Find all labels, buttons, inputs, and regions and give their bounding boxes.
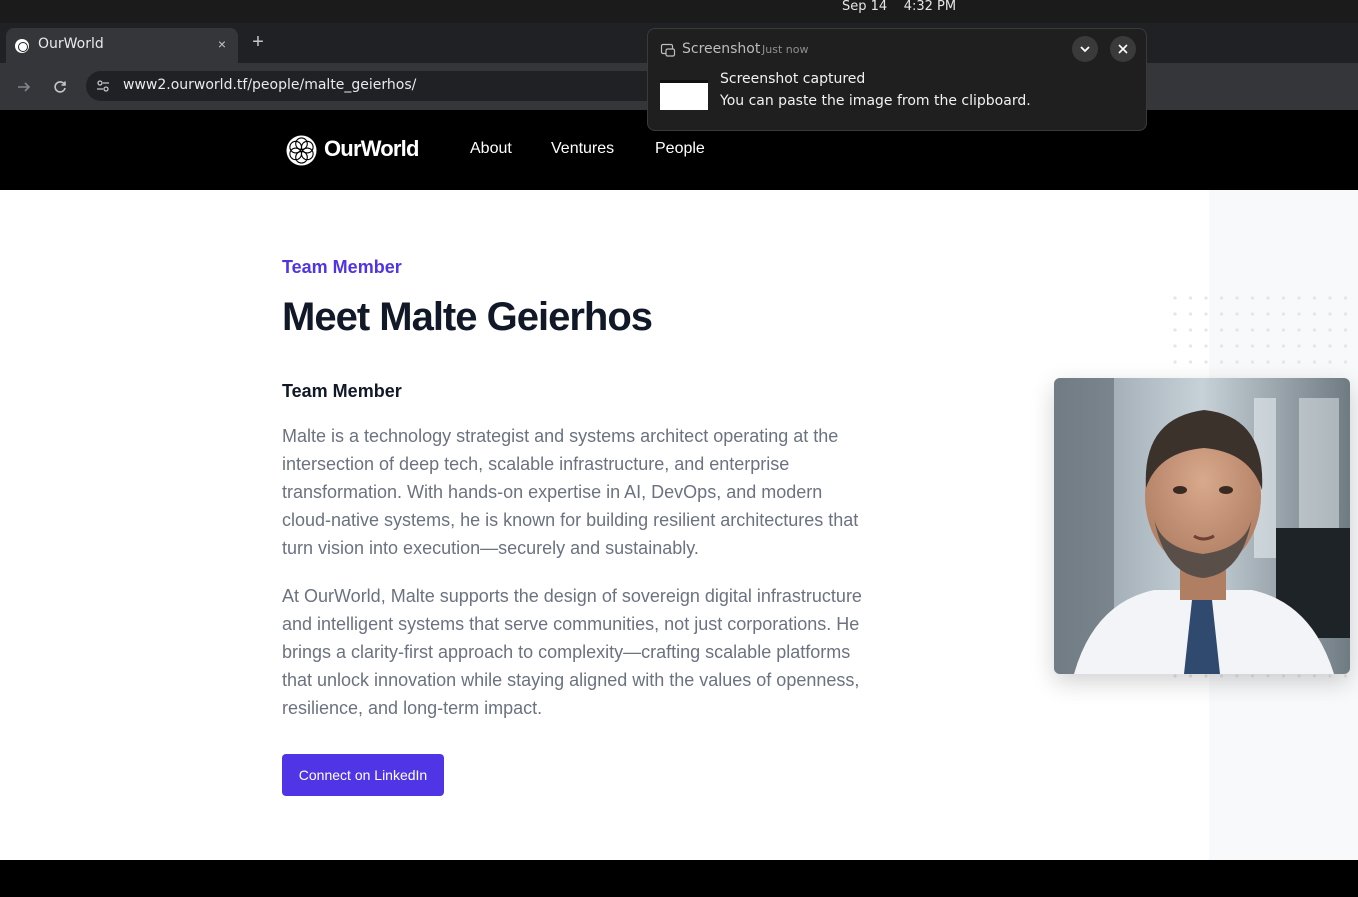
forward-icon[interactable]	[12, 75, 36, 99]
chevron-down-icon[interactable]	[1072, 36, 1098, 62]
close-icon[interactable]	[1110, 36, 1136, 62]
url-text: www2.ourworld.tf/people/malte_geierhos/	[123, 77, 417, 93]
address-bar[interactable]: www2.ourworld.tf/people/malte_geierhos/	[86, 71, 686, 101]
role-heading: Team Member	[282, 381, 402, 401]
browser-tab[interactable]: OurWorld ×	[6, 28, 238, 63]
screenshot-app-icon	[660, 43, 676, 57]
notification-heading: Screenshot captured	[720, 71, 866, 87]
nav-ventures[interactable]: Ventures	[551, 140, 614, 158]
reload-icon[interactable]	[48, 75, 72, 99]
dot-pattern-top	[1170, 292, 1358, 364]
brand-name[interactable]: OurWorld	[324, 136, 419, 162]
notification-app-name: Screenshot	[682, 41, 761, 57]
screenshot-notification[interactable]: Screenshot Just now Screenshot captured …	[647, 28, 1147, 131]
eyebrow-label: Team Member	[282, 257, 402, 277]
ourworld-logo-icon[interactable]	[286, 135, 317, 166]
bio-paragraph: Malte is a technology strategist and sys…	[282, 426, 859, 558]
bio-paragraph: At OurWorld, Malte supports the design o…	[282, 586, 862, 718]
nav-about[interactable]: About	[470, 140, 512, 158]
profile-photo	[1054, 378, 1350, 674]
linkedin-button[interactable]: Connect on LinkedIn	[282, 754, 444, 796]
system-time: 4:32 PM	[903, 0, 957, 14]
site-info-icon[interactable]	[95, 78, 111, 94]
screenshot-thumbnail	[660, 80, 708, 110]
nav-people[interactable]: People	[655, 140, 705, 158]
notification-time: Just now	[762, 43, 809, 56]
site-footer	[0, 860, 1358, 897]
notification-body: You can paste the image from the clipboa…	[720, 93, 1031, 109]
system-date: Sep 14	[842, 0, 888, 14]
system-top-bar: Sep 14 4:32 PM	[0, 0, 1358, 23]
tab-title: OurWorld	[38, 36, 104, 52]
favicon-icon	[15, 39, 29, 53]
system-clock[interactable]: Sep 14 4:32 PM	[842, 0, 956, 14]
page-title: Meet Malte Geierhos	[282, 295, 653, 339]
new-tab-button[interactable]: +	[248, 32, 268, 52]
close-tab-icon[interactable]: ×	[214, 36, 230, 52]
